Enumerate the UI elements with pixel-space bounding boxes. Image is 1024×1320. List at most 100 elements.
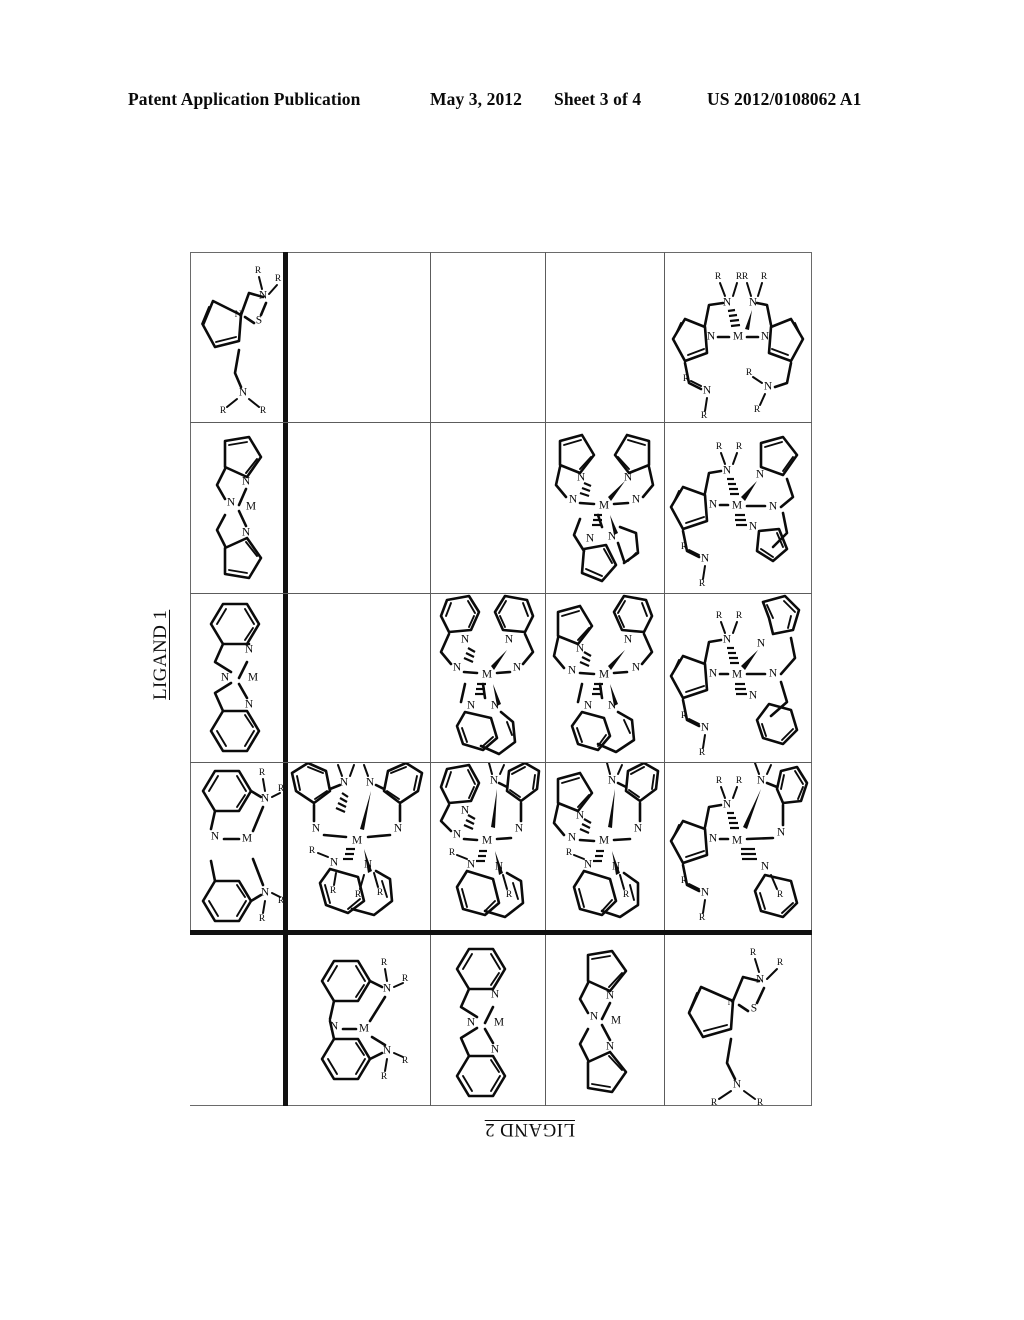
matrix-cell-r5c1-empty bbox=[191, 935, 283, 1105]
matrix-cell-r1c5-complex: M N N R R N N R R N R R N R R bbox=[665, 253, 811, 422]
svg-text:N: N bbox=[769, 668, 778, 680]
svg-text:N: N bbox=[505, 634, 514, 646]
svg-text:R: R bbox=[736, 442, 743, 452]
svg-text:R: R bbox=[761, 272, 768, 282]
table-border-right bbox=[811, 252, 812, 1106]
svg-text:R: R bbox=[736, 611, 743, 621]
svg-text:R: R bbox=[716, 442, 723, 452]
svg-text:N: N bbox=[606, 1041, 615, 1053]
svg-text:R: R bbox=[260, 406, 267, 416]
column-header-ligand-5: N R R S N N R R bbox=[665, 935, 811, 1105]
svg-text:N: N bbox=[709, 833, 718, 845]
matrix-cell-r4c2-complex: M N R R N N R bbox=[286, 763, 429, 929]
svg-text:R: R bbox=[699, 579, 706, 589]
svg-text:N: N bbox=[366, 777, 375, 789]
svg-text:N: N bbox=[590, 1011, 599, 1023]
svg-text:N: N bbox=[756, 974, 765, 986]
svg-text:N: N bbox=[221, 672, 230, 684]
svg-text:N: N bbox=[707, 331, 716, 343]
svg-text:R: R bbox=[602, 763, 609, 764]
svg-text:R: R bbox=[259, 768, 266, 778]
svg-text:R: R bbox=[750, 948, 757, 958]
matrix-cell-r4c4-complex: M N N N R R N bbox=[546, 763, 663, 929]
svg-text:N: N bbox=[467, 700, 476, 712]
svg-text:N: N bbox=[764, 381, 773, 393]
svg-text:N: N bbox=[757, 775, 766, 787]
svg-text:R: R bbox=[777, 890, 784, 900]
svg-text:N: N bbox=[723, 799, 732, 811]
svg-text:R: R bbox=[701, 411, 708, 421]
svg-text:N: N bbox=[584, 700, 593, 712]
matrix-cell-r2c5-complex: M N N R R N R R N N N bbox=[665, 423, 811, 592]
svg-text:N: N bbox=[701, 553, 710, 565]
svg-text:N: N bbox=[749, 690, 758, 702]
svg-text:N: N bbox=[634, 823, 643, 835]
svg-text:S: S bbox=[256, 315, 262, 327]
svg-text:R: R bbox=[754, 405, 761, 415]
svg-text:M: M bbox=[599, 835, 609, 847]
svg-text:R: R bbox=[309, 846, 316, 856]
svg-text:N: N bbox=[701, 722, 710, 734]
matrix-cell-r3c5-complex: M N N R R N R R N N N bbox=[665, 594, 811, 761]
svg-text:R: R bbox=[330, 886, 337, 896]
svg-text:N: N bbox=[568, 665, 577, 677]
svg-text:N: N bbox=[761, 331, 770, 343]
ligand2-axis-label: LIGAND 2 bbox=[484, 1119, 575, 1140]
svg-text:R: R bbox=[699, 913, 706, 923]
svg-text:N: N bbox=[624, 634, 633, 646]
svg-text:N: N bbox=[211, 831, 220, 843]
svg-text:N: N bbox=[239, 387, 248, 399]
svg-text:M: M bbox=[352, 835, 362, 847]
svg-text:N: N bbox=[261, 887, 270, 899]
svg-text:R: R bbox=[220, 406, 227, 416]
svg-text:N: N bbox=[467, 1017, 476, 1029]
svg-text:R: R bbox=[621, 763, 628, 766]
svg-text:N: N bbox=[312, 823, 321, 835]
svg-text:N: N bbox=[701, 887, 710, 899]
svg-text:R: R bbox=[777, 958, 784, 968]
svg-text:N: N bbox=[235, 310, 242, 320]
svg-text:R: R bbox=[566, 848, 573, 858]
svg-text:M: M bbox=[482, 835, 492, 847]
svg-text:R: R bbox=[683, 374, 690, 384]
matrix-cell-r3c2-empty bbox=[286, 594, 429, 761]
svg-text:N: N bbox=[577, 472, 586, 484]
svg-text:N: N bbox=[584, 859, 593, 871]
svg-text:R: R bbox=[736, 776, 743, 786]
svg-text:M: M bbox=[248, 672, 258, 684]
ligand-matrix-table: N S N R R N R R M N N R R N N R R N R R … bbox=[190, 252, 812, 1106]
svg-text:M: M bbox=[599, 669, 609, 681]
svg-text:R: R bbox=[484, 763, 491, 764]
svg-text:N: N bbox=[227, 497, 236, 509]
svg-text:N: N bbox=[245, 699, 254, 711]
svg-text:N: N bbox=[723, 634, 732, 646]
svg-text:N: N bbox=[576, 643, 585, 655]
svg-text:N: N bbox=[491, 989, 500, 1001]
svg-text:N: N bbox=[757, 638, 766, 650]
matrix-cell-r2c4-complex: M N N N N N N bbox=[546, 423, 663, 592]
svg-text:N: N bbox=[461, 634, 470, 646]
matrix-cell-r3c4-complex: M N N N N N N bbox=[546, 594, 663, 761]
svg-text:R: R bbox=[711, 1098, 718, 1105]
svg-text:M: M bbox=[733, 331, 743, 343]
svg-text:N: N bbox=[723, 465, 732, 477]
svg-text:M: M bbox=[482, 669, 492, 681]
matrix-cell-r4c5-complex: M N N R R N R R N N N R bbox=[665, 763, 811, 929]
svg-text:R: R bbox=[681, 711, 688, 721]
publication-date: May 3, 2012 bbox=[430, 88, 522, 109]
page-header: Patent Application Publication May 3, 20… bbox=[0, 86, 1024, 112]
svg-text:R: R bbox=[699, 748, 706, 758]
svg-text:R: R bbox=[770, 763, 777, 766]
column-header-ligand-4: N N M N bbox=[546, 935, 663, 1105]
svg-text:R: R bbox=[275, 274, 282, 284]
svg-text:N: N bbox=[394, 823, 403, 835]
svg-text:N: N bbox=[453, 662, 462, 674]
svg-text:R: R bbox=[449, 848, 456, 858]
svg-text:M: M bbox=[732, 835, 742, 847]
svg-text:N: N bbox=[761, 861, 770, 873]
matrix-cell-r4c3-complex: M N N N R R N bbox=[431, 763, 544, 929]
svg-text:N: N bbox=[513, 662, 522, 674]
svg-text:R: R bbox=[746, 368, 753, 378]
svg-text:N: N bbox=[624, 472, 633, 484]
matrix-cell-r3c3-complex: M N N N N N N bbox=[431, 594, 544, 761]
